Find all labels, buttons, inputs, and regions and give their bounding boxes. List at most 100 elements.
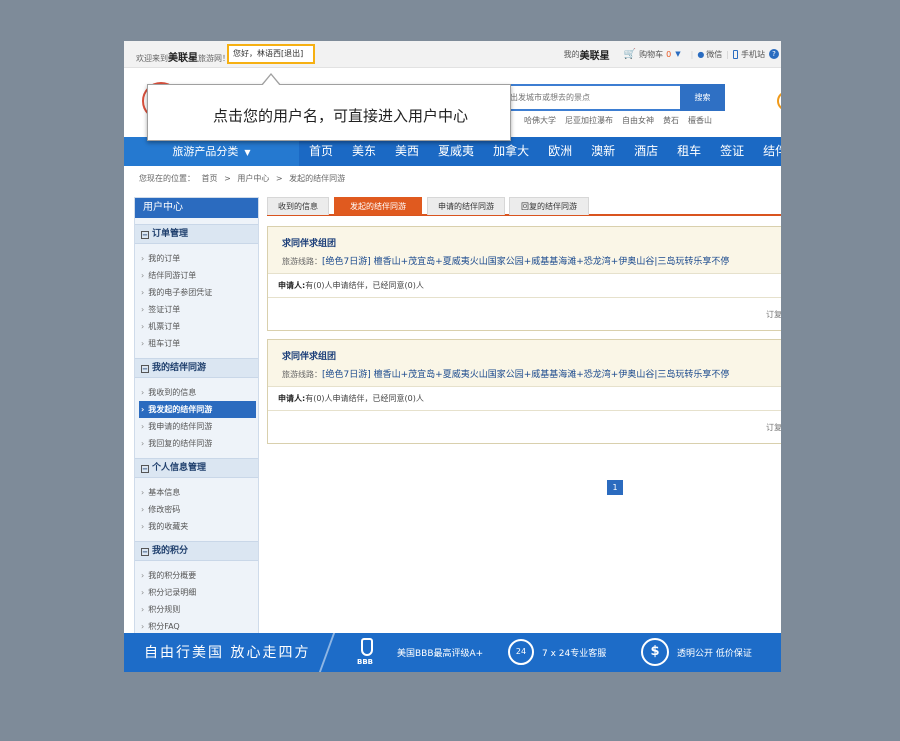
nav-item-europe[interactable]: 欧洲 — [538, 137, 581, 166]
nav-item-hotel[interactable]: 酒店 — [624, 137, 667, 166]
sidebar-section-orders[interactable]: − 订单管理 — [135, 224, 258, 244]
route-link[interactable]: [绝色7日游] 檀香山+茂宜岛+夏威夷火山国家公园+威基基海滩+恐龙湾+伊奥山谷… — [322, 370, 729, 380]
hot-keyword[interactable]: 黄石 — [663, 115, 679, 126]
nav-item-car-rental[interactable]: 租车 — [667, 137, 710, 166]
sidebar-item[interactable]: 结伴同游订单 — [139, 267, 258, 284]
breadcrumb-home[interactable]: 首页 — [202, 174, 218, 183]
breadcrumb-separator: > — [275, 174, 283, 183]
main-nav: 旅游产品分类 ▼ 首页 美东 美西 夏威夷 加拿大 欧洲 澳新 酒店 租车 签证 … — [124, 137, 781, 166]
sidebar-item[interactable]: 我的收藏夹 — [139, 518, 258, 535]
callout-pointer — [261, 73, 281, 86]
pagination-current-page[interactable]: 1 — [607, 480, 623, 495]
mobile-icon[interactable] — [733, 49, 738, 59]
section-title: 我的结伴同游 — [152, 363, 207, 373]
breadcrumb-separator: > — [224, 174, 231, 183]
cart-count: 0 — [666, 49, 672, 59]
collapse-icon[interactable]: − — [141, 231, 149, 239]
service-text: 7 x 24专业客服 — [542, 649, 607, 659]
wechat-icon[interactable]: ● — [697, 50, 704, 59]
nav-item-us-east[interactable]: 美东 — [342, 137, 385, 166]
top-bar-right: 我的 美联星 🛒 购物车 0 ▼ | ● 微信 | 手机站 ? — [564, 47, 781, 62]
cart-link[interactable]: 购物车 — [639, 49, 663, 60]
sidebar-item[interactable]: 机票订单 — [139, 318, 258, 335]
hot-keyword[interactable]: 尼亚加拉瀑布 — [565, 115, 613, 126]
post-action[interactable]: 订复 — [766, 309, 781, 320]
sidebar-item[interactable]: 修改密码 — [139, 501, 258, 518]
post-title[interactable]: 求同伴求组团 — [282, 236, 781, 249]
help-icon[interactable]: ? — [769, 49, 779, 59]
sidebar-list: 我的积分概要 积分记录明细 积分规则 积分FAQ — [135, 561, 258, 635]
post-applicants: 申请人:有(0)人申请结伴，已经同意(0)人 — [268, 273, 781, 298]
bbb-label: BBB — [357, 658, 374, 666]
sidebar-item[interactable]: 积分记录明细 — [139, 584, 258, 601]
sidebar-list: 我收到的信息 我发起的结伴同游 我申请的结伴同游 我回复的结伴同游 — [135, 378, 258, 452]
sidebar-item[interactable]: 签证订单 — [139, 301, 258, 318]
dollar-icon: $ — [641, 638, 669, 666]
sidebar-item[interactable]: 我收到的信息 — [139, 384, 258, 401]
post-title[interactable]: 求同伴求组团 — [282, 349, 781, 362]
sidebar-item[interactable]: 我申请的结伴同游 — [139, 418, 258, 435]
sidebar-item[interactable]: 我的电子参团凭证 — [139, 284, 258, 301]
nav-item-us-west[interactable]: 美西 — [385, 137, 428, 166]
tab-applied[interactable]: 申请的结伴同游 — [427, 197, 505, 215]
nav-item-visa[interactable]: 签证 — [710, 137, 753, 166]
collapse-icon[interactable]: − — [141, 365, 149, 373]
sidebar-list: 基本信息 修改密码 我的收藏夹 — [135, 478, 258, 535]
wechat-link[interactable]: 微信 — [706, 49, 722, 60]
sidebar-item[interactable]: 积分规则 — [139, 601, 258, 618]
post-route: 旅游线路：[绝色7日游] 檀香山+茂宜岛+夏威夷火山国家公园+威基基海滩+恐龙湾… — [282, 367, 781, 380]
welcome-suffix: 旅游网！ — [198, 54, 230, 63]
top-bar: 欢迎来到美联星旅游网！ 您好，林语西[退出] 我的 美联星 🛒 购物车 0 ▼ | … — [124, 41, 781, 68]
route-link[interactable]: [绝色7日游] 檀香山+茂宜岛+夏威夷火山国家公园+威基基海滩+恐龙湾+伊奥山谷… — [322, 257, 729, 267]
tab-received[interactable]: 收到的信息 — [267, 197, 329, 215]
welcome-text: 欢迎来到美联星旅游网！ — [136, 49, 230, 64]
username-link[interactable]: 您好，林语西[退出] — [227, 44, 315, 64]
sidebar-item[interactable]: 租车订单 — [139, 335, 258, 352]
collapse-icon[interactable]: − — [141, 465, 149, 473]
category-label: 旅游产品分类 — [172, 145, 239, 158]
section-title: 订单管理 — [152, 229, 189, 239]
breadcrumb-prefix: 您现在的位置： — [139, 174, 195, 183]
post-header: 求同伴求组团 旅游线路：[绝色7日游] 檀香山+茂宜岛+夏威夷火山国家公园+威基… — [268, 340, 781, 386]
nav-item-home[interactable]: 首页 — [299, 137, 342, 166]
cart-icon[interactable]: 🛒 — [624, 49, 636, 60]
hot-keyword[interactable]: 自由女神 — [622, 115, 654, 126]
sidebar-item-active[interactable]: 我发起的结伴同游 — [139, 401, 256, 418]
chevron-down-icon: ▼ — [244, 148, 251, 157]
user-center-sidebar: 用户中心 −订单管理 我的订单 结伴同游订单 我的电子参团凭证 签证订单 机票订… — [134, 197, 259, 637]
collapse-icon[interactable]: − — [141, 548, 149, 556]
nav-item-travel-companion[interactable]: 结伴同游 — [753, 137, 781, 166]
companion-tabs: 收到的信息 发起的结伴同游 申请的结伴同游 回复的结伴同游 — [267, 197, 781, 216]
post-action[interactable]: 订复 — [766, 422, 781, 433]
divider — [318, 633, 350, 672]
nav-item-australia-nz[interactable]: 澳新 — [581, 137, 624, 166]
search-button[interactable]: 搜索 — [680, 84, 725, 111]
nav-item-canada[interactable]: 加拿大 — [483, 137, 538, 166]
category-menu[interactable]: 旅游产品分类 ▼ — [124, 137, 299, 166]
footer-banner: 自由行美国 放心走四方 BBB 美国BBB最高评级A+ 24 7 x 24专业客… — [124, 633, 781, 672]
sidebar-item[interactable]: 我回复的结伴同游 — [139, 435, 258, 452]
nav-item-hawaii[interactable]: 夏威夷 — [428, 137, 483, 166]
tab-replied[interactable]: 回复的结伴同游 — [509, 197, 589, 215]
route-label: 旅游线路： — [282, 257, 322, 266]
my-account-prefix[interactable]: 我的 — [564, 49, 580, 60]
hot-keyword[interactable]: 哈佛大学 — [524, 115, 556, 126]
sidebar-item[interactable]: 基本信息 — [139, 484, 258, 501]
sidebar-section-points[interactable]: − 我的积分 — [135, 541, 258, 561]
tab-initiated[interactable]: 发起的结伴同游 — [334, 197, 422, 215]
sidebar-item[interactable]: 我的订单 — [139, 250, 258, 267]
applicant-text: 有(0)人申请结伴，已经同意(0)人 — [305, 281, 424, 290]
nav-links: 首页 美东 美西 夏威夷 加拿大 欧洲 澳新 酒店 租车 签证 结伴同游 — [299, 137, 781, 166]
sidebar-item[interactable]: 我的积分概要 — [139, 567, 258, 584]
chevron-down-icon[interactable]: ▼ — [675, 50, 680, 58]
sidebar-list: 我的订单 结伴同游订单 我的电子参团凭证 签证订单 机票订单 租车订单 — [135, 244, 258, 352]
sidebar-section-profile[interactable]: − 个人信息管理 — [135, 458, 258, 478]
phone-24h-icon: 24 — [508, 639, 534, 665]
breadcrumb-user-center[interactable]: 用户中心 — [237, 174, 269, 183]
sidebar-section-companion[interactable]: − 我的结伴同游 — [135, 358, 258, 378]
mobile-site-link[interactable]: 手机站 — [741, 49, 765, 60]
hot-keyword[interactable]: 檀香山 — [688, 115, 712, 126]
my-brand-link[interactable]: 美联星 — [580, 47, 610, 62]
companion-post: 求同伴求组团 旅游线路：[绝色7日游] 檀香山+茂宜岛+夏威夷火山国家公园+威基… — [267, 339, 781, 444]
bbb-shield — [361, 638, 373, 656]
